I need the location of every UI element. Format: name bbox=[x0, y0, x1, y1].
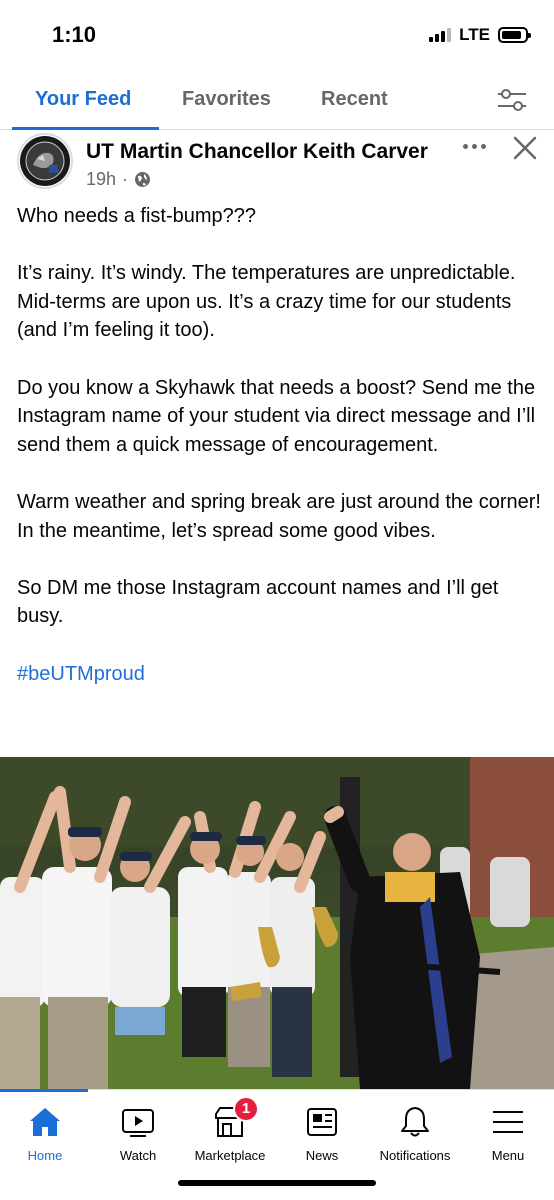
news-icon bbox=[307, 1108, 337, 1136]
post-author[interactable]: UT Martin Chancellor Keith Carver bbox=[86, 140, 428, 164]
nav-label: Notifications bbox=[379, 1148, 451, 1163]
globe-icon bbox=[135, 172, 151, 187]
post-text: Who needs a fist-bump??? It’s rainy. It’… bbox=[17, 202, 542, 688]
nav-marketplace[interactable]: 1 Marketplace bbox=[184, 1090, 276, 1170]
more-dot bbox=[480, 143, 486, 149]
menu-icon bbox=[493, 1111, 523, 1133]
nav-menu[interactable]: Menu bbox=[462, 1090, 554, 1170]
nav-home[interactable]: Home bbox=[0, 1090, 90, 1170]
post-time[interactable]: 19h bbox=[86, 169, 116, 190]
sliders-icon[interactable] bbox=[496, 86, 528, 114]
nav-label: News bbox=[305, 1148, 339, 1163]
post-paragraph: So DM me those Instagram account names a… bbox=[17, 576, 499, 628]
video-icon bbox=[122, 1109, 154, 1137]
notification-badge: 1 bbox=[233, 1096, 259, 1122]
home-indicator[interactable] bbox=[178, 1180, 376, 1186]
nav-label: Home bbox=[27, 1148, 63, 1163]
post-paragraph: Who needs a fist-bump??? bbox=[17, 205, 257, 227]
post-paragraph: Warm weather and spring break are just a… bbox=[17, 490, 541, 542]
meta-separator: · bbox=[122, 169, 129, 189]
home-icon bbox=[30, 1108, 60, 1136]
post-paragraph: Do you know a Skyhawk that needs a boost… bbox=[17, 376, 536, 456]
nav-watch[interactable]: Watch bbox=[92, 1090, 184, 1170]
hashtag-link[interactable]: #beUTMproud bbox=[17, 660, 542, 689]
nav-label: Menu bbox=[491, 1148, 525, 1163]
photo-image bbox=[0, 757, 554, 1089]
more-options-button[interactable] bbox=[459, 134, 489, 158]
tab-your-feed[interactable]: Your Feed bbox=[35, 88, 131, 111]
tab-favorites[interactable]: Favorites bbox=[182, 88, 271, 111]
tab-recent[interactable]: Recent bbox=[321, 88, 388, 111]
post-paragraph: It’s rainy. It’s windy. The temperatures… bbox=[17, 262, 516, 342]
status-time: 1:10 bbox=[52, 22, 97, 47]
nav-news[interactable]: News bbox=[276, 1090, 368, 1170]
nav-notifications[interactable]: Notifications bbox=[368, 1090, 462, 1170]
status-indicators: LTE bbox=[429, 25, 531, 45]
close-icon[interactable] bbox=[512, 135, 538, 161]
avatar-seal-image bbox=[20, 136, 70, 186]
more-dot bbox=[462, 143, 468, 149]
more-dot bbox=[471, 143, 477, 149]
network-label: LTE bbox=[459, 25, 490, 44]
bell-icon bbox=[401, 1107, 429, 1137]
avatar[interactable] bbox=[17, 133, 73, 189]
signal-icon bbox=[429, 28, 452, 42]
battery-icon bbox=[498, 27, 531, 43]
post-header: UT Martin Chancellor Keith Carver 19h · bbox=[0, 130, 554, 200]
post-meta: 19h · bbox=[86, 169, 151, 190]
nav-label: Marketplace bbox=[194, 1148, 266, 1163]
post-photo[interactable] bbox=[0, 757, 554, 1089]
nav-label: Watch bbox=[119, 1148, 157, 1163]
status-bar: 1:10 LTE bbox=[0, 0, 554, 70]
feed-tabs: Your Feed Favorites Recent bbox=[0, 72, 554, 130]
